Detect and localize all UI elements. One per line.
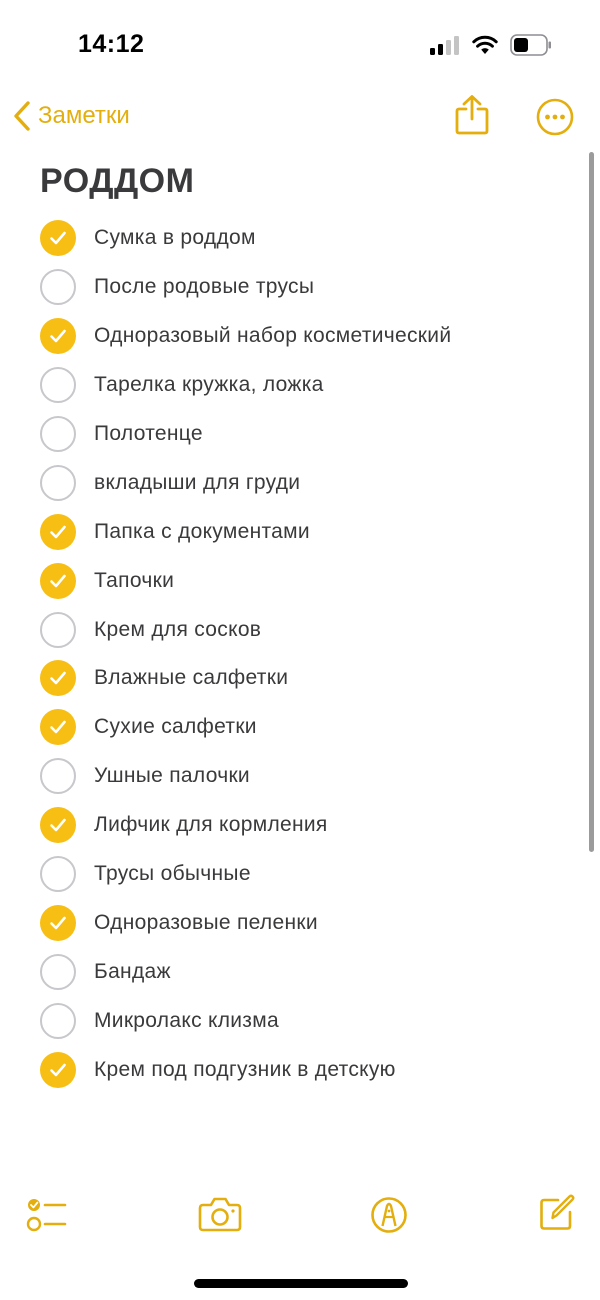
checklist-item-label[interactable]: Одноразовые пеленки xyxy=(94,911,318,935)
checklist-item[interactable]: После родовые трусы xyxy=(40,263,580,312)
checklist-item[interactable]: Влажные салфетки xyxy=(40,654,580,703)
checkbox-checked[interactable] xyxy=(40,807,76,844)
checkbox-unchecked[interactable] xyxy=(40,611,76,648)
back-button[interactable]: Заметки xyxy=(12,96,130,136)
checklist-item-label[interactable]: Крем под подгузник в детскую xyxy=(94,1058,396,1082)
checklist-item-label[interactable]: Лифчик для кормления xyxy=(94,813,328,837)
note-title[interactable]: РОДДОМ xyxy=(40,162,194,201)
share-icon[interactable] xyxy=(452,94,492,136)
chevron-left-icon xyxy=(14,101,30,131)
checklist-item[interactable]: Бандаж xyxy=(40,947,580,996)
checkmark-icon xyxy=(50,1063,66,1076)
checklist-item-label[interactable]: Влажные салфетки xyxy=(94,666,288,690)
camera-icon[interactable] xyxy=(198,1196,242,1232)
checkbox-unchecked[interactable] xyxy=(40,464,76,501)
checkbox-unchecked[interactable] xyxy=(40,416,76,452)
checklist-item[interactable]: Одноразовый набор косметический xyxy=(40,312,580,361)
checkbox-unchecked[interactable] xyxy=(40,269,76,306)
checklist-item[interactable]: Крем для сосков xyxy=(40,605,580,654)
checklist-item-label[interactable]: Микролакс клизма xyxy=(94,1009,279,1033)
checklist-item-label[interactable]: Сухие салфетки xyxy=(94,715,257,739)
checklist-item-label[interactable]: Ушные палочки xyxy=(94,764,250,788)
checkbox-checked[interactable] xyxy=(40,318,76,355)
checklist-item[interactable]: Крем под подгузник в детскую xyxy=(40,1045,580,1094)
scrollbar[interactable] xyxy=(589,152,594,852)
ellipsis-circle-icon[interactable] xyxy=(536,98,574,136)
checklist-item-label[interactable]: Бандаж xyxy=(94,960,171,984)
checklist-item[interactable]: Трусы обычные xyxy=(40,850,580,899)
checklist-item[interactable]: Тарелка кружка, ложка xyxy=(40,361,580,410)
checklist-item[interactable]: Микролакс клизма xyxy=(40,996,580,1045)
checklist-item[interactable]: вкладыши для груди xyxy=(40,458,580,507)
checkmark-icon xyxy=(50,916,66,930)
checkbox-checked[interactable] xyxy=(40,513,76,550)
checklist: Сумка в роддом После родовые трусы Однораз… xyxy=(40,214,580,1094)
checklist-item[interactable]: Полотенце xyxy=(40,410,580,459)
checklist-item-label[interactable]: Полотенце xyxy=(94,422,203,446)
checkmark-icon xyxy=(50,818,66,832)
checkmark-icon xyxy=(50,672,66,685)
checkbox-unchecked[interactable] xyxy=(40,953,76,990)
back-button-label: Заметки xyxy=(38,102,130,129)
checklist-item-label[interactable]: Трусы обычные xyxy=(94,862,251,886)
checklist-item[interactable]: Лифчик для кормления xyxy=(40,801,580,850)
checkbox-checked[interactable] xyxy=(40,220,76,257)
checklist-item[interactable]: Папка с документами xyxy=(40,507,580,556)
checkbox-checked[interactable] xyxy=(40,660,76,697)
checklist-item-label[interactable]: Одноразовый набор косметический xyxy=(94,324,451,348)
notes-screen: 14:12 Заметки РОДДОМ Сумка в роддом Посл… xyxy=(0,0,600,1300)
checkbox-checked[interactable] xyxy=(40,1051,76,1088)
checkbox-checked[interactable] xyxy=(40,709,76,746)
battery-icon xyxy=(510,34,551,56)
compose-icon[interactable] xyxy=(538,1194,576,1232)
checkbox-unchecked[interactable] xyxy=(40,758,76,795)
checkbox-unchecked[interactable] xyxy=(40,856,76,893)
checklist-item-label[interactable]: Сумка в роддом xyxy=(94,226,256,250)
checkbox-unchecked[interactable] xyxy=(40,1002,76,1039)
checklist-icon[interactable] xyxy=(26,1196,68,1234)
checklist-item-label[interactable]: После родовые трусы xyxy=(94,275,314,299)
markup-pen-icon[interactable] xyxy=(370,1196,408,1234)
checklist-item[interactable]: Сухие салфетки xyxy=(40,703,580,752)
checklist-item[interactable]: Одноразовые пеленки xyxy=(40,898,580,947)
home-indicator[interactable] xyxy=(194,1279,408,1288)
checklist-item[interactable]: Ушные палочки xyxy=(40,752,580,801)
checkmark-icon xyxy=(50,721,66,734)
cellular-signal-icon xyxy=(430,36,459,55)
checkbox-unchecked[interactable] xyxy=(40,367,76,404)
checklist-item[interactable]: Тапочки xyxy=(40,556,580,605)
checkmark-icon xyxy=(50,232,66,245)
checkmark-icon xyxy=(50,329,66,343)
checklist-item[interactable]: Сумка в роддом xyxy=(40,214,580,263)
status-time: 14:12 xyxy=(78,30,145,58)
checkmark-icon xyxy=(50,525,66,539)
checklist-item-label[interactable]: Тапочки xyxy=(94,569,174,593)
checkmark-icon xyxy=(50,574,66,587)
checklist-item-label[interactable]: Крем для сосков xyxy=(94,618,261,642)
wifi-icon xyxy=(472,35,498,54)
checklist-item-label[interactable]: Папка с документами xyxy=(94,520,310,544)
checklist-item-label[interactable]: Тарелка кружка, ложка xyxy=(94,373,324,397)
checkbox-checked[interactable] xyxy=(40,904,76,941)
checkbox-checked[interactable] xyxy=(40,562,76,599)
checklist-item-label[interactable]: вкладыши для груди xyxy=(94,471,300,495)
status-indicators xyxy=(430,32,552,58)
